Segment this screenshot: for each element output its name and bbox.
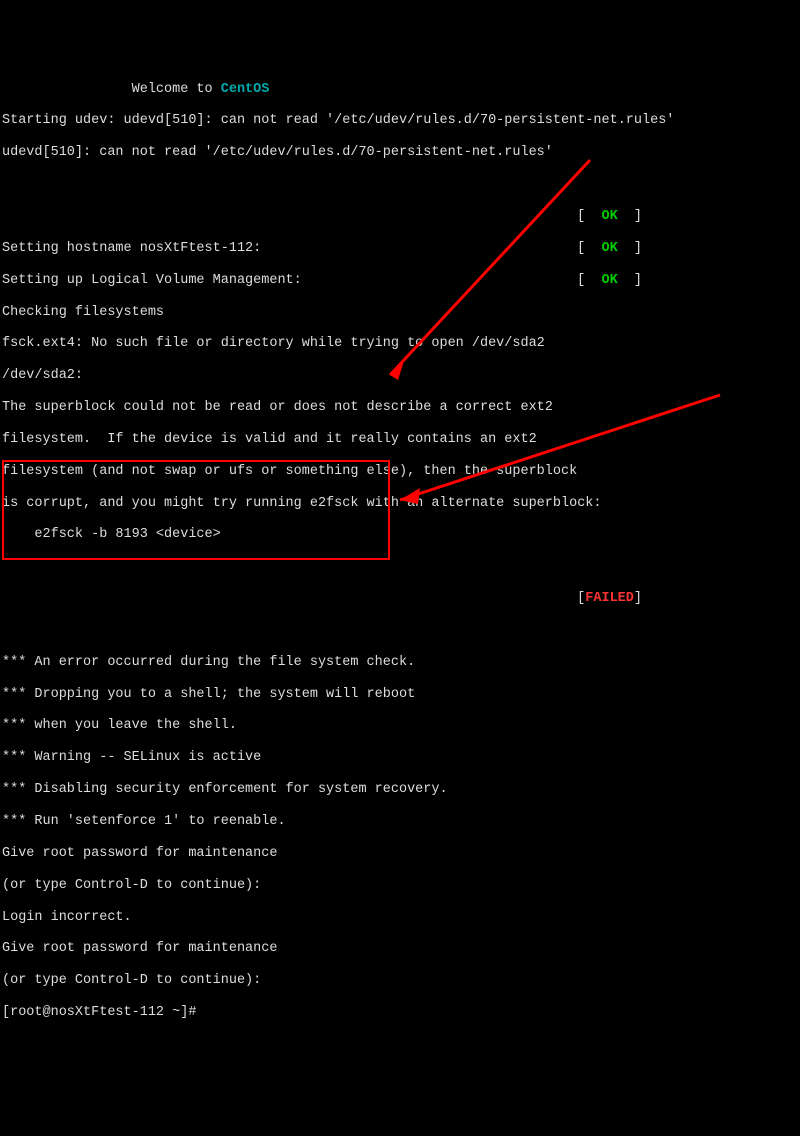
login-line-4: Give root password for maintenance: [2, 941, 798, 957]
status-row-1: [ OK ]: [2, 209, 642, 225]
ok-text: OK: [601, 273, 617, 288]
error-line-5: *** Disabling security enforcement for s…: [2, 782, 798, 798]
login-line-3: Login incorrect.: [2, 910, 798, 926]
error-line-4: *** Warning -- SELinux is active: [2, 750, 798, 766]
status-row-2: Setting hostname nosXtFtest-112: [ OK ]: [2, 241, 642, 257]
login-line-2: (or type Control-D to continue):: [2, 878, 798, 894]
fsck-line-4: filesystem. If the device is valid and i…: [2, 432, 798, 448]
shell-prompt[interactable]: [root@nosXtFtest-112 ~]#: [2, 1005, 798, 1021]
fsck-line-2: /dev/sda2:: [2, 368, 798, 384]
status-bracket-1: [ OK ]: [577, 209, 642, 225]
error-line-6: *** Run 'setenforce 1' to reenable.: [2, 814, 798, 830]
failed-bracket: [FAILED]: [577, 591, 642, 607]
ok-text: OK: [601, 209, 617, 224]
blank-line-3: [2, 623, 798, 639]
ok-text: OK: [601, 241, 617, 256]
welcome-line: Welcome to CentOS: [2, 82, 798, 98]
status-label-3: Setting up Logical Volume Management:: [2, 273, 302, 289]
error-line-1: *** An error occurred during the file sy…: [2, 655, 798, 671]
failed-row: [FAILED]: [2, 591, 642, 607]
checking-fs-line: Checking filesystems: [2, 305, 798, 321]
fsck-line-3: The superblock could not be read or does…: [2, 400, 798, 416]
error-line-2: *** Dropping you to a shell; the system …: [2, 687, 798, 703]
error-line-3: *** when you leave the shell.: [2, 718, 798, 734]
boot-line-2: udevd[510]: can not read '/etc/udev/rule…: [2, 145, 798, 161]
status-bracket-2: [ OK ]: [577, 241, 642, 257]
fsck-line-6: is corrupt, and you might try running e2…: [2, 496, 798, 512]
failed-text: FAILED: [585, 591, 634, 606]
blank-line-2: [2, 559, 798, 575]
login-line-1: Give root password for maintenance: [2, 846, 798, 862]
status-label-2: Setting hostname nosXtFtest-112:: [2, 241, 261, 257]
status-row-3: Setting up Logical Volume Management: [ O…: [2, 273, 642, 289]
welcome-os: CentOS: [221, 82, 270, 97]
fsck-line-5: filesystem (and not swap or ufs or somet…: [2, 464, 798, 480]
login-line-5: (or type Control-D to continue):: [2, 973, 798, 989]
terminal-output: Welcome to CentOS Starting udev: udevd[5…: [2, 66, 798, 1037]
welcome-prefix: Welcome to: [2, 82, 221, 97]
blank-line: [2, 177, 798, 193]
boot-line-1: Starting udev: udevd[510]: can not read …: [2, 113, 798, 129]
fsck-line-1: fsck.ext4: No such file or directory whi…: [2, 336, 798, 352]
status-bracket-3: [ OK ]: [577, 273, 642, 289]
fsck-line-7: e2fsck -b 8193 <device>: [2, 527, 798, 543]
